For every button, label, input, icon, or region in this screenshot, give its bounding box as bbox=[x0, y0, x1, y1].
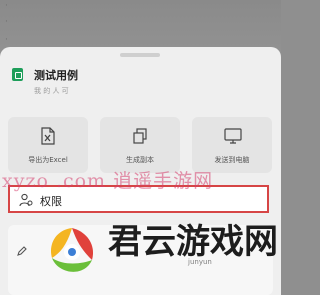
user-permission-icon bbox=[19, 193, 33, 207]
computer-monitor-icon bbox=[224, 128, 242, 144]
background-glyph: · bbox=[5, 17, 8, 27]
watermark-sub-text: junyun bbox=[188, 258, 212, 266]
send-to-computer-label: 发送到电脑 bbox=[214, 156, 250, 164]
background-glyph: · bbox=[5, 35, 8, 45]
watermark-site-text: xyzo .com 逍遥手游网 bbox=[2, 170, 214, 192]
send-to-computer-button[interactable]: 发送到电脑 bbox=[192, 117, 272, 173]
spreadsheet-file-icon bbox=[12, 68, 23, 81]
permissions-label: 权限 bbox=[40, 195, 62, 208]
edit-icon[interactable] bbox=[16, 245, 28, 257]
make-copy-button[interactable]: 生成副本 bbox=[100, 117, 180, 173]
action-grid: 导出为Excel 生成副本 发送到电脑 bbox=[8, 117, 273, 173]
watermark-logo-icon bbox=[50, 228, 94, 272]
file-title: 测试用例 bbox=[34, 69, 78, 82]
watermark-brand-text: 君云游戏网 bbox=[108, 222, 278, 262]
background-glyph: · bbox=[5, 1, 8, 11]
export-excel-label: 导出为Excel bbox=[28, 156, 68, 164]
copy-icon bbox=[133, 128, 147, 144]
excel-export-icon bbox=[41, 127, 55, 145]
drag-handle[interactable] bbox=[120, 53, 160, 57]
make-copy-label: 生成副本 bbox=[126, 156, 154, 164]
file-owner-info: 我 的 人 可 bbox=[34, 87, 69, 95]
export-excel-button[interactable]: 导出为Excel bbox=[8, 117, 88, 173]
